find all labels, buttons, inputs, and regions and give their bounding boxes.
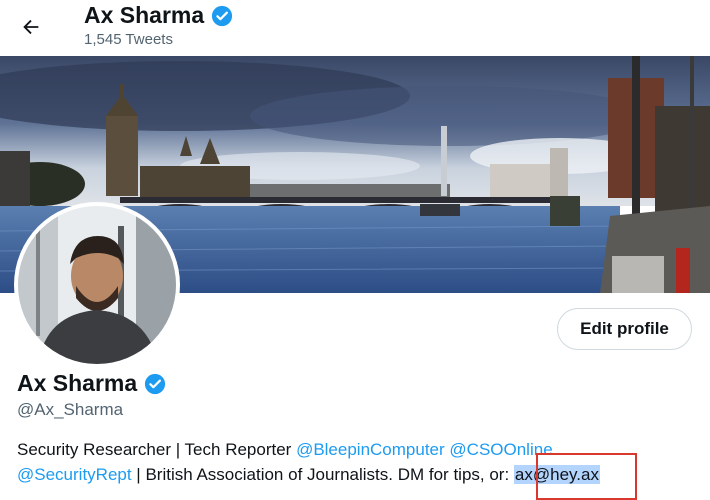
- profile-handle: @Ax_Sharma: [17, 400, 124, 419]
- mention-csoonline[interactable]: @CSOOnline: [449, 440, 552, 459]
- arrow-left-icon: [23, 19, 39, 35]
- profile-bio: Security Researcher | Tech Reporter @Ble…: [17, 437, 707, 487]
- header-title: Ax Sharma: [84, 2, 233, 29]
- mention-bleepincomputer[interactable]: @BleepinComputer: [296, 440, 445, 459]
- bio-line-1: Security Researcher | Tech Reporter @Ble…: [17, 437, 707, 462]
- bio-text-2: | British Association of Journalists. DM…: [131, 465, 514, 484]
- avatar-photo: [18, 206, 176, 364]
- back-button[interactable]: [14, 10, 48, 44]
- bio-line-2: @SecurityRept | British Association of J…: [17, 462, 707, 487]
- display-name: Ax Sharma: [17, 370, 138, 396]
- bio-email-highlighted[interactable]: ax@hey.ax: [513, 465, 600, 484]
- verified-badge-icon: [212, 5, 233, 26]
- header-name: Ax Sharma: [84, 2, 205, 28]
- edit-profile-button[interactable]: Edit profile: [557, 308, 692, 350]
- bio-text: Security Researcher | Tech Reporter: [17, 440, 297, 459]
- verified-badge-icon: [145, 373, 166, 394]
- tweet-count: 1,545 Tweets: [84, 31, 173, 48]
- profile-name: Ax Sharma: [17, 370, 166, 397]
- profile-header: Ax Sharma 1,545 Tweets: [0, 0, 710, 56]
- mention-securityrept[interactable]: @SecurityRept: [17, 465, 132, 484]
- profile-avatar[interactable]: [14, 202, 180, 368]
